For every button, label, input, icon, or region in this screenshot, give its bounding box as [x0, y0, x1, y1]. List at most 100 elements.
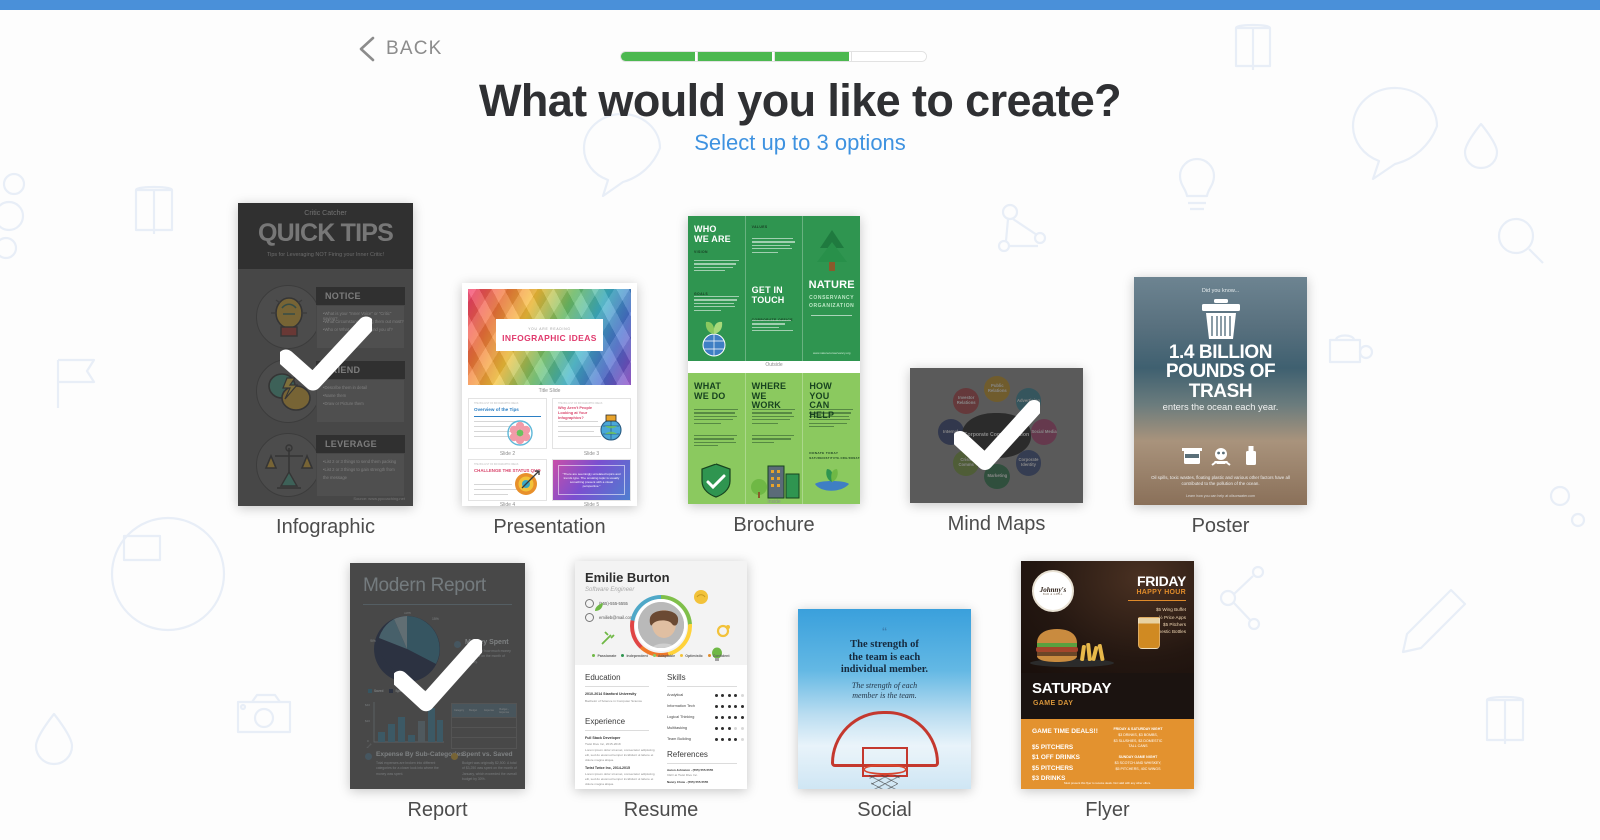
- flyer-saturday-sub: GAME DAY: [1033, 700, 1074, 707]
- city-buildings-icon: [750, 465, 800, 499]
- resume-trait-optimistic: Optimistic: [685, 654, 703, 658]
- card-presentation-thumbnail[interactable]: YOU ARE READING INFOGRAPHIC IDEAS Title …: [462, 283, 637, 506]
- card-brochure[interactable]: WHO WE ARE VISION GOALS VALUES GET IN TO…: [688, 216, 860, 536]
- flyer-deals-list: $5 PITCHERS $1 OFF DRINKS $5 PITCHERS $3…: [1032, 743, 1080, 785]
- pine-tree-icon: [816, 230, 847, 271]
- gear-icon: [716, 624, 730, 638]
- flyer-night-1-line-3: TALL CANS: [1128, 744, 1148, 749]
- presentation-slide-3: THE BIG LIST OF INFOGRAPHIC IDEAS Why Ar…: [552, 398, 631, 449]
- brochure-vision-subhead: VISION: [694, 250, 708, 255]
- resume-experience-sub-1: Twist Dive Inc, 2015-2018: [585, 742, 621, 746]
- resume-trait-passionate: Passionate: [597, 654, 617, 658]
- flyer-deal-1: $5 PITCHERS: [1032, 744, 1074, 751]
- card-flyer-thumbnail[interactable]: Johnny's BAR & GRILL FRIDAY HAPPY HOUR $…: [1021, 561, 1194, 789]
- resume-education-body: Bachelor of Science in Computer Science: [585, 699, 643, 703]
- presentation-caption-slide-4: Slide 4: [499, 502, 516, 506]
- shield-check-icon: [701, 456, 731, 498]
- flyer-logo-name: Johnny's: [1039, 586, 1067, 594]
- card-social[interactable]: “ The strength of the team is each indiv…: [798, 609, 971, 821]
- flyer-friday-deal-1: $5 Wing Buffet: [1155, 607, 1186, 613]
- resume-skill-analytical: Analytical: [667, 693, 684, 697]
- social-quote: The strength of the team is each individ…: [840, 639, 929, 676]
- card-mind-maps[interactable]: Public Relations Advertising Social Medi…: [910, 368, 1083, 535]
- poster-subhead: enters the ocean each year.: [1162, 401, 1279, 412]
- resume-education-title: 2010-2014 Stanford University: [585, 692, 637, 696]
- resume-trait-adaptable: Adaptable: [657, 654, 676, 658]
- card-mind-maps-label: Mind Maps: [947, 513, 1046, 535]
- resume-reference-1-title: Aaron Johnston - (555) 555-5555: [667, 768, 714, 772]
- card-infographic[interactable]: Critic Catcher QUICK TIPS Tips for Lever…: [238, 203, 413, 538]
- flyer-night-2-line-2: $5 PITCHERS, 40C WINGS: [1115, 766, 1161, 771]
- flyer-logo-sub: BAR & GRILL: [1043, 594, 1063, 596]
- resume-skill-logical-thinking-rating: [715, 716, 744, 719]
- resume-heading-education: Education: [585, 673, 621, 682]
- brochure-panel-where-we-work: WHERE WE WORK: [744, 373, 803, 504]
- flyer-deal-2: $1 OFF DRINKS: [1032, 754, 1080, 762]
- resume-skill-logical-thinking: Logical Thinking: [667, 715, 695, 719]
- brochure-inside-caption: Inside: [767, 499, 781, 504]
- brochure-organization-subhead: ORGANIZATION: [808, 303, 855, 309]
- card-report[interactable]: Modern Report 10% 15% 25% Saved Spent Un…: [350, 563, 525, 821]
- card-poster[interactable]: Did you know... 1.4 BILLION POUNDS OF TR…: [1134, 277, 1307, 537]
- tools-icon: [601, 631, 615, 645]
- card-resume[interactable]: Emilie Burton Software Engineer (555)-55…: [575, 561, 747, 821]
- poster-body: Oil spills, toxic wastes, floating plast…: [1151, 474, 1290, 487]
- flyer-friday-sub: HAPPY HOUR: [1136, 589, 1186, 596]
- poster-headline: 1.4 BILLION POUNDS OF TRASH: [1165, 342, 1276, 402]
- flyer-deal-3: $5 PITCHERS: [1032, 764, 1074, 772]
- slide4-kicker: THE BIG LIST OF INFOGRAPHIC IDEAS: [474, 463, 519, 466]
- brochure-outside-panel: WHO WE ARE VISION GOALS VALUES GET IN TO…: [688, 216, 860, 361]
- social-quote-secondary: The strength of each member is the team.: [851, 681, 918, 700]
- flyer-deals-title: GAME TIME DEALS!!: [1032, 728, 1098, 735]
- resume-role: Software Engineer: [585, 587, 635, 593]
- card-social-label: Social: [857, 799, 912, 821]
- card-presentation-label: Presentation: [493, 516, 606, 538]
- poster-kicker: Did you know...: [1201, 288, 1240, 294]
- template-type-grid: Critic Catcher QUICK TIPS Tips for Lever…: [0, 0, 1600, 840]
- resume-experience-body-2: Lorem ipsum dolor sit amet, consectetur …: [585, 772, 655, 786]
- card-brochure-label: Brochure: [733, 514, 815, 536]
- beer-glass-icon: [1138, 617, 1160, 649]
- trash-can-icon: [1201, 299, 1240, 339]
- hand-plant-icon: [815, 469, 850, 491]
- card-poster-thumbnail[interactable]: Did you know... 1.4 BILLION POUNDS OF TR…: [1134, 277, 1307, 505]
- card-presentation[interactable]: YOU ARE READING INFOGRAPHIC IDEAS Title …: [462, 283, 637, 538]
- presentation-hero-kicker: YOU ARE READING: [528, 327, 571, 332]
- flyer-footer: Must present this flyer to receive deals…: [1064, 781, 1151, 785]
- resume-experience-title-1: Full Stack Developer: [585, 736, 621, 740]
- brochure-donate-today-subhead: DONATE TODAY: [809, 451, 839, 455]
- slide2-rule: [474, 416, 541, 417]
- resume-experience-title-2: Twist Twice Inc, 2014-2015: [585, 766, 631, 770]
- resume-skill-multitasking-rating: [715, 727, 744, 730]
- slide2-heading: Overview of the Tips: [474, 407, 519, 412]
- card-infographic-label: Infographic: [276, 516, 375, 538]
- resume-reference-1-body: CEO at Twist Dive Inc.: [667, 773, 698, 777]
- resume-heading-skills: Skills: [667, 673, 686, 682]
- brochure-outside-caption: Outside: [765, 362, 783, 368]
- resume-skill-team-building-rating: [715, 738, 744, 741]
- resume-heading-experience: Experience: [585, 717, 626, 726]
- checkmark-icon: [393, 639, 482, 712]
- presentation-caption-slide-3: Slide 3: [583, 451, 600, 457]
- target-icon: [515, 470, 540, 495]
- brain-icon: [694, 590, 708, 604]
- presentation-caption-title: Title Slide: [538, 388, 561, 394]
- card-brochure-thumbnail[interactable]: WHO WE ARE VISION GOALS VALUES GET IN TO…: [688, 216, 860, 504]
- plant-globe-icon: [702, 321, 726, 357]
- brochure-panel-get-in-touch: VALUES GET IN TOUCH CORPORATE OFFICE: [744, 216, 803, 361]
- resume-skill-information-tech: Information Tech: [667, 704, 695, 708]
- resume-reference-2-title: Nancy Chow - (555) 555-5555: [667, 780, 709, 784]
- card-flyer[interactable]: Johnny's BAR & GRILL FRIDAY HAPPY HOUR $…: [1021, 561, 1194, 821]
- card-report-thumbnail[interactable]: Modern Report 10% 15% 25% Saved Spent Un…: [350, 563, 525, 789]
- card-social-thumbnail[interactable]: “ The strength of the team is each indiv…: [798, 609, 971, 789]
- presentation-slide-5: "There are seemingly unrelated topics an…: [552, 459, 631, 501]
- flyer-saturday-block: SATURDAY GAME DAY: [1021, 673, 1194, 719]
- resume-experience-body-1: Lorem ipsum dolor sit amet, consectetur …: [585, 748, 655, 762]
- resume-email: emilieb@mail.com: [599, 615, 634, 620]
- card-resume-thumbnail[interactable]: Emilie Burton Software Engineer (555)-55…: [575, 561, 747, 789]
- brochure-donate-url: NATUREINSTITUTE.ORG/DONATE: [809, 457, 860, 460]
- globe-icon: [600, 414, 622, 441]
- email-icon: [585, 613, 594, 622]
- card-infographic-thumbnail[interactable]: Critic Catcher QUICK TIPS Tips for Lever…: [238, 203, 413, 506]
- card-mind-maps-thumbnail[interactable]: Public Relations Advertising Social Medi…: [910, 368, 1083, 503]
